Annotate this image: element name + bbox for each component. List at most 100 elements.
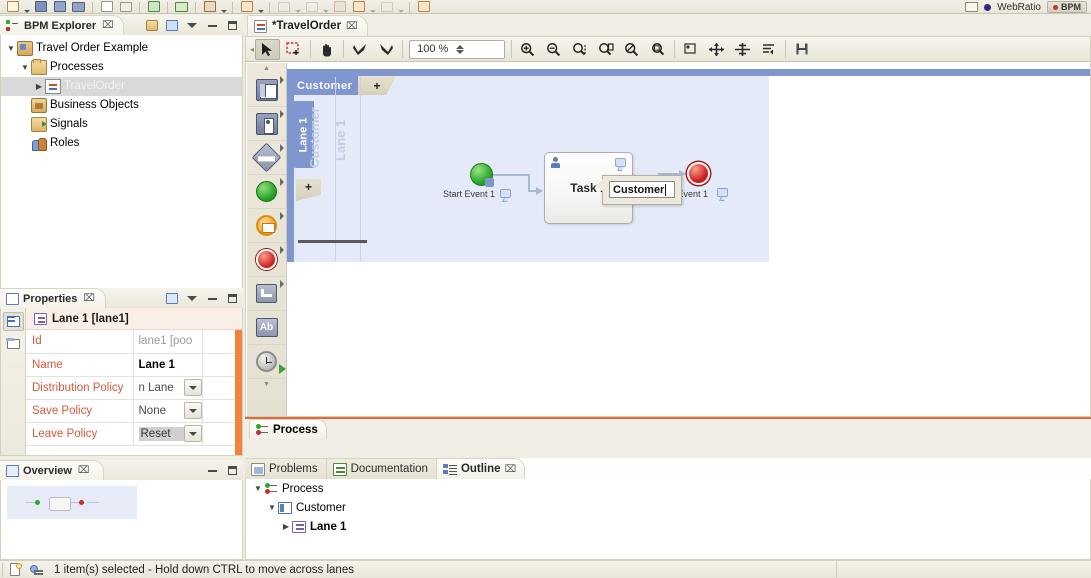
minimize-icon[interactable]: [205, 18, 219, 32]
lane-palette-item[interactable]: [247, 107, 286, 141]
table-row[interactable]: Id lane1 [poo: [26, 330, 242, 354]
distribute-vertical-button[interactable]: [730, 39, 755, 60]
tree-item-travelorder[interactable]: TravelOrder: [1, 77, 242, 96]
timer-palette-item[interactable]: [247, 345, 286, 379]
zoom-out-button[interactable]: [541, 39, 566, 60]
search-dropdown-icon[interactable]: [258, 10, 264, 13]
tab-bpm-explorer[interactable]: BPM Explorer ⌧: [0, 15, 124, 35]
zoom-level-combo[interactable]: 100 %: [409, 39, 505, 59]
properties-scrollbar[interactable]: [235, 330, 242, 455]
zoom-fit-page-button[interactable]: [593, 39, 618, 60]
quick-access-icon[interactable]: [415, 0, 432, 13]
marquee-tool-button[interactable]: [281, 39, 306, 60]
palette-scroll-up-icon[interactable]: ▲: [247, 63, 286, 73]
zoom-spinner-icon[interactable]: [455, 44, 502, 54]
advanced-tab-icon[interactable]: [3, 334, 24, 353]
chevron-down-icon[interactable]: [183, 425, 201, 442]
new-page-icon[interactable]: [98, 0, 115, 13]
pan-tool-button[interactable]: [314, 39, 339, 60]
distribute-horizontal-button[interactable]: [704, 39, 729, 60]
maximize-icon[interactable]: [225, 18, 239, 32]
scrollbar-thumb[interactable]: [235, 330, 242, 455]
property-value-id[interactable]: lane1 [poo: [133, 330, 203, 354]
zoom-fit-width-button[interactable]: [567, 39, 592, 60]
pool-name-edit-popup[interactable]: Customer: [596, 175, 682, 205]
new-wizard-icon[interactable]: [4, 0, 21, 13]
view-menu-icon[interactable]: [185, 291, 199, 305]
twisty-icon[interactable]: [33, 82, 45, 91]
table-row[interactable]: Leave Policy Reset: [26, 422, 242, 446]
documentation-badge-icon[interactable]: [717, 188, 728, 197]
link-icon[interactable]: [173, 0, 190, 13]
search-icon[interactable]: [238, 0, 255, 13]
redo-icon[interactable]: [350, 0, 367, 13]
select-tool-button[interactable]: [255, 38, 280, 60]
new-unit-icon[interactable]: [117, 0, 134, 13]
table-row[interactable]: Name Lane 1: [26, 353, 242, 377]
chevron-down-icon[interactable]: [183, 379, 201, 396]
close-icon[interactable]: ⌧: [505, 464, 517, 475]
save-icon[interactable]: [51, 0, 68, 13]
sequence-flow-1[interactable]: [493, 174, 529, 176]
close-icon[interactable]: ⌧: [78, 465, 90, 476]
annotation-palette-item[interactable]: Ab: [247, 311, 286, 345]
outline-item-process[interactable]: Process: [246, 479, 1090, 498]
table-row[interactable]: Save Policy None: [26, 399, 242, 423]
twisty-icon[interactable]: [5, 44, 17, 53]
perspective-bpm-button[interactable]: BPM: [1047, 1, 1087, 13]
twisty-icon[interactable]: [252, 484, 264, 493]
documentation-badge-icon[interactable]: [615, 158, 626, 167]
property-value-save-policy[interactable]: None: [133, 399, 203, 423]
maximize-icon[interactable]: [225, 291, 239, 305]
tab-overview[interactable]: Overview ⌧: [0, 460, 104, 480]
save-image-button[interactable]: [789, 39, 814, 60]
minimize-icon[interactable]: [205, 291, 219, 305]
next-tool-button[interactable]: [373, 39, 398, 60]
close-icon[interactable]: ⌧: [102, 20, 114, 31]
outline-item-customer[interactable]: Customer: [246, 498, 1090, 517]
maximize-icon[interactable]: [225, 463, 239, 477]
intermediate-event-palette-item[interactable]: [247, 209, 286, 243]
open-perspective-icon[interactable]: [965, 2, 979, 12]
collapse-all-icon[interactable]: [145, 18, 159, 32]
tree-item-roles[interactable]: Roles: [1, 134, 242, 153]
pool-header-label[interactable]: Customer: [292, 76, 358, 95]
pool-palette-item[interactable]: [247, 73, 286, 107]
outline-item-lane-1[interactable]: Lane 1: [246, 517, 1090, 536]
align-center-button[interactable]: [678, 39, 703, 60]
tree-item-travel-order-example[interactable]: Travel Order Example: [1, 39, 242, 58]
start-event-palette-item[interactable]: [247, 175, 286, 209]
diagram-surface[interactable]: Customer + Lane 1 + Customer Lane 1 Star…: [287, 63, 1090, 416]
tab-documentation[interactable]: Documentation: [326, 458, 437, 479]
end-event-palette-item[interactable]: [247, 243, 286, 277]
pin-properties-icon[interactable]: [165, 291, 179, 305]
palette-scroll-down-icon[interactable]: ▼: [247, 379, 286, 389]
twisty-icon[interactable]: [280, 522, 292, 531]
tab-properties[interactable]: Properties ⌧: [0, 288, 106, 308]
deploy-icon[interactable]: [145, 0, 162, 13]
zoom-in-button[interactable]: [515, 39, 540, 60]
open-perspective-icon[interactable]: [32, 0, 49, 13]
close-icon[interactable]: ⌧: [83, 293, 95, 304]
pool-name-edit-input[interactable]: Customer: [609, 181, 675, 198]
property-value-name[interactable]: Lane 1: [133, 353, 203, 377]
end-event-shape[interactable]: [687, 162, 710, 185]
property-value-leave-policy[interactable]: Reset: [133, 422, 203, 446]
diagram-canvas[interactable]: ▲ Ab ▼ Customer + Lane 1 + Customer Lane…: [245, 62, 1091, 417]
gateway-palette-item[interactable]: [247, 141, 286, 175]
tree-item-business-objects[interactable]: Business Objects: [1, 96, 242, 115]
previous-tool-button[interactable]: [347, 39, 372, 60]
property-value-distribution-policy[interactable]: n Lane: [133, 376, 203, 400]
zoom-selection-button[interactable]: [645, 39, 670, 60]
save-all-icon[interactable]: [70, 0, 87, 13]
lane-resize-handle[interactable]: [298, 240, 367, 243]
view-menu-icon[interactable]: [185, 18, 199, 32]
order-button[interactable]: [756, 39, 781, 60]
documentation-badge-icon[interactable]: [500, 189, 511, 198]
tree-item-signals[interactable]: Signals: [1, 115, 242, 134]
minimize-icon[interactable]: [205, 463, 219, 477]
zoom-actual-size-button[interactable]: [619, 39, 644, 60]
run-icon[interactable]: [201, 0, 218, 13]
new-wizard-dropdown-icon[interactable]: [24, 10, 30, 13]
link-with-editor-icon[interactable]: [165, 18, 179, 32]
